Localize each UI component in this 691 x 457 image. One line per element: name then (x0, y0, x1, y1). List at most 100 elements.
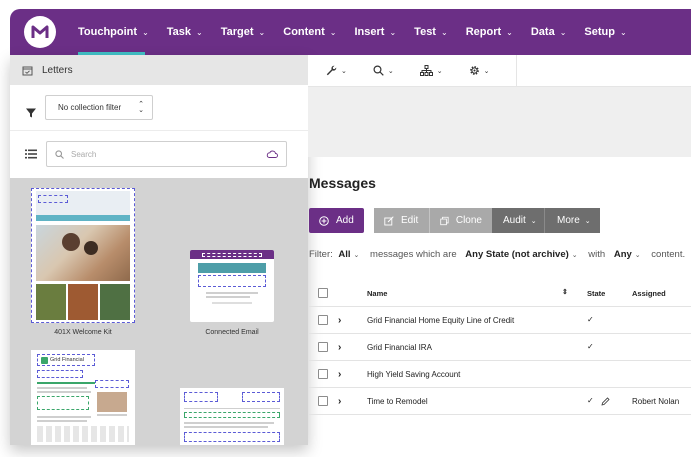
chevron-right-icon[interactable]: › (338, 315, 341, 326)
tools-menu[interactable]: ⌄ (326, 65, 347, 76)
chevron-down-icon: ⌄ (530, 217, 537, 225)
message-actions: Add Edit Clone Audit ⌄ More ⌄ (309, 208, 600, 233)
column-header-state[interactable]: State (587, 289, 605, 298)
search-placeholder: Search (71, 149, 97, 159)
panel-title: Letters (42, 64, 73, 76)
chevron-right-icon[interactable]: › (338, 396, 341, 407)
toolbar-divider (516, 55, 517, 87)
collection-filter-select[interactable]: No collection filter ⌃ ⌄ (45, 95, 153, 120)
letter-card-welcome-kit[interactable] (31, 188, 135, 323)
state-check-icon: ✓ (587, 396, 594, 405)
row-checkbox[interactable] (318, 396, 328, 406)
edit-icon (384, 215, 394, 225)
chevron-down-icon: ⌄ (483, 67, 490, 75)
letters-panel: Letters No collection filter ⌃⌄ Search (10, 55, 308, 445)
row-checkbox[interactable] (318, 369, 328, 379)
table-row[interactable]: › Grid Financial Home Equity Line of Cre… (309, 307, 691, 334)
filter-scope-value: All (338, 249, 351, 260)
nav-insert[interactable]: Insert ⌄ (355, 9, 397, 55)
card-caption: Connected Email (205, 329, 259, 336)
audit-button[interactable]: Audit ⌄ (492, 208, 545, 233)
chevron-down-icon: ⌄ (353, 252, 360, 259)
panel-header: Letters (10, 55, 308, 85)
nav-data[interactable]: Data ⌄ (531, 9, 567, 55)
nav-setup[interactable]: Setup ⌄ (584, 9, 626, 55)
messages-table: Name ⇕ State Assigned › Grid Financial H… (309, 280, 691, 415)
pencil-icon[interactable] (601, 397, 610, 406)
letter-card-grid-financial[interactable]: Grid Financial (31, 350, 135, 445)
assigned-user: Robert Nolan (632, 397, 680, 406)
calendar-check-icon (22, 65, 36, 76)
chevron-down-icon: ⌄ (436, 67, 443, 75)
nav-label: Report (465, 26, 502, 38)
search-menu[interactable]: ⌄ (373, 65, 394, 76)
nav-label: Setup (584, 26, 615, 38)
message-name[interactable]: Grid Financial IRA (367, 343, 432, 352)
letter-card-partial[interactable] (180, 388, 284, 445)
message-name[interactable]: Time to Remodel (367, 397, 428, 406)
nav-label: Test (414, 26, 436, 38)
nav-label: Content (283, 26, 325, 38)
logo-icon (31, 25, 49, 38)
clone-button[interactable]: Clone (430, 208, 492, 233)
table-row[interactable]: › Grid Financial IRA ✓ (309, 334, 691, 361)
top-navigation-bar: Touchpoint ⌄ Task ⌄ Target ⌄ Content ⌄ Inser… (10, 9, 691, 55)
search-input[interactable]: Search (46, 141, 287, 167)
chevron-down-icon: ⌄ (506, 27, 513, 37)
nav-task[interactable]: Task ⌄ (167, 9, 203, 55)
nav-report[interactable]: Report ⌄ (466, 9, 513, 55)
filter-scope-select[interactable]: All ⌄ (338, 249, 367, 260)
cloud-icon[interactable] (266, 150, 278, 158)
letter-card-connected-email[interactable] (190, 250, 274, 322)
filter-content-select[interactable]: Any ⌄ (614, 249, 649, 260)
table-row[interactable]: › High Yield Saving Account (309, 361, 691, 388)
chevron-down-icon: ⌄ (341, 67, 347, 75)
grid-financial-logo-icon (41, 357, 48, 364)
letter-thumbnails: 401X Welcome Kit Connected Email Grid Fi… (10, 178, 308, 445)
add-button[interactable]: Add (309, 208, 364, 233)
message-filter: Filter: All ⌄ messages which are Any Stat… (309, 249, 685, 260)
nav-label: Insert (354, 26, 385, 38)
chevron-right-icon[interactable]: › (338, 369, 341, 380)
column-header-name[interactable]: Name (367, 289, 387, 298)
message-name[interactable]: High Yield Saving Account (367, 370, 460, 379)
message-name[interactable]: Grid Financial Home Equity Line of Credi… (367, 316, 514, 325)
nav-touchpoint[interactable]: Touchpoint ⌄ (78, 9, 149, 55)
chevron-down-icon: ⌄ (619, 27, 627, 37)
chevron-down-icon: ⌄ (571, 252, 578, 259)
select-all-checkbox[interactable] (318, 288, 328, 298)
list-view-icon[interactable] (24, 149, 38, 159)
table-row[interactable]: › Time to Remodel ✓ Robert Nolan (309, 388, 691, 415)
hierarchy-menu[interactable]: ⌄ (419, 65, 443, 76)
more-label: More (557, 215, 580, 226)
row-checkbox[interactable] (318, 315, 328, 325)
filter-state-select[interactable]: Any State (not archive) ⌄ (465, 249, 585, 260)
collection-filter-value: No collection filter (58, 103, 122, 112)
more-button[interactable]: More ⌄ (545, 208, 600, 233)
nav-content[interactable]: Content ⌄ (283, 9, 336, 55)
search-icon (373, 65, 384, 76)
filter-mid-text: messages which are (370, 249, 457, 260)
chevron-down-icon: ⌄ (584, 217, 591, 225)
sort-icon[interactable]: ⇕ (562, 288, 568, 296)
app-logo[interactable] (24, 16, 56, 48)
search-icon (55, 149, 64, 159)
audit-label: Audit (503, 215, 526, 226)
row-checkbox[interactable] (318, 342, 328, 352)
chevron-down-icon: ⌄ (196, 27, 203, 37)
chevron-right-icon[interactable]: › (338, 342, 341, 353)
edit-label: Edit (401, 215, 419, 226)
filter-icon[interactable] (25, 107, 37, 119)
table-header: Name ⇕ State Assigned (309, 280, 691, 307)
nav-target[interactable]: Target ⌄ (221, 9, 266, 55)
column-header-assigned[interactable]: Assigned (632, 289, 666, 298)
edit-button[interactable]: Edit (374, 208, 430, 233)
nav-test[interactable]: Test ⌄ (414, 9, 448, 55)
chevron-down-icon: ⌄ (142, 27, 149, 37)
nav-label: Target (220, 26, 254, 38)
add-label: Add (336, 215, 354, 226)
nav-label: Touchpoint (78, 26, 138, 38)
filter-state-value: Any State (not archive) (465, 249, 569, 260)
hierarchy-icon (419, 65, 433, 76)
settings-menu[interactable]: ⌄ (469, 65, 490, 76)
